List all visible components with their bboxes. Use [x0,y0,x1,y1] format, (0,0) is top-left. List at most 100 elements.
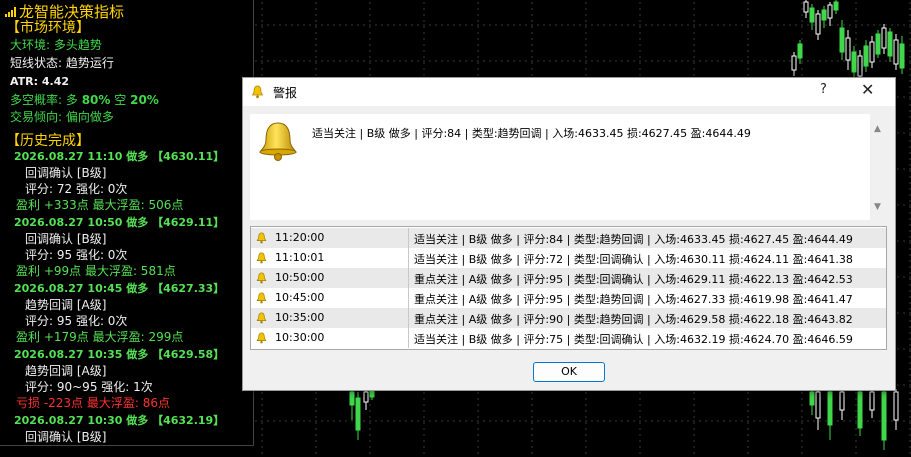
history-entry-score: 评分: 72 强化: 0次 [25,182,128,196]
alert-time: 10:35:00 [275,311,325,324]
candle-body [833,1,839,11]
scroll-up-icon[interactable]: ▲ [874,124,881,134]
candle-body [869,391,875,411]
candle-body [349,391,355,406]
history-entry-score: 评分: 90~95 强化: 1次 [25,380,153,394]
column-divider [408,268,409,288]
candle-body [863,45,869,67]
bell-icon [256,252,267,267]
bell-icon [256,232,267,247]
history-entry-type: 趋势回调 [A级] [25,298,107,312]
history-entry-score: 评分: 95 强化: 0次 [25,248,128,262]
candle-body [815,391,821,419]
candle-body [857,55,863,77]
alert-time: 11:10:01 [275,251,325,264]
candle-body [881,27,887,49]
history-entry-type: 回调确认 [B级] [25,166,107,180]
history-entry-header: 2026.08.27 10:50 做多 【4629.11】 [14,216,225,229]
large-bell-icon [256,120,300,166]
history-entry-header: 2026.08.27 10:30 做多 【4632.19】 [14,414,225,427]
candle-body [369,390,375,398]
candle-body [821,9,827,21]
alert-message-box: 适当关注 | B级 做多 | 评分:84 | 类型:趋势回调 | 入场:4633… [250,114,887,220]
alert-text: 重点关注 | A级 做多 | 评分:90 | 类型:趋势回调 | 入场:4629… [414,313,853,326]
market-env: 大环境: 多头趋势 [10,38,102,52]
history-entry-result: 亏损 -223点 最大浮盈: 86点 [16,396,170,410]
history-entry-type: 趋势回调 [A级] [25,364,107,378]
column-divider [408,328,409,348]
bell-icon [256,272,267,287]
candle-body [827,391,833,426]
alert-row[interactable]: 10:35:00 重点关注 | A级 做多 | 评分:90 | 类型:趋势回调 |… [251,308,886,328]
history-entry-header: 2026.08.27 10:45 做多 【4627.33】 [14,282,225,295]
candle-body [791,55,797,71]
probability-line: 多空概率: 多 80% 空 20% [10,93,159,107]
candle-body [809,7,815,23]
alert-time: 10:30:00 [275,331,325,344]
candle-body [803,1,809,13]
ok-button[interactable]: OK [533,362,605,382]
candle-body [857,391,863,429]
candle-body [797,43,803,59]
bell-icon [256,292,267,307]
dialog-titlebar[interactable]: 警报 ? ✕ [243,78,895,106]
alert-text: 适当关注 | B级 做多 | 评分:75 | 类型:回调确认 | 入场:4632… [414,333,853,346]
history-entry-score: 评分: 95 强化: 0次 [25,314,128,328]
candle-body [899,43,905,69]
close-button[interactable]: ✕ [861,80,874,99]
alert-time: 10:50:00 [275,271,325,284]
dialog-title: 警报 [273,86,298,100]
candle-body [839,391,845,411]
candle-body [839,27,845,53]
bell-icon [251,84,264,103]
trade-tendency: 交易倾向: 偏向做多 [10,110,114,124]
candle-body [869,41,875,63]
alert-message: 适当关注 | B级 做多 | 评分:84 | 类型:趋势回调 | 入场:4633… [312,127,751,140]
alert-dialog: 警报 ? ✕ 适当关注 | B级 做多 | 评分:84 | 类型:趋势回调 | … [242,77,896,391]
column-divider [408,248,409,268]
help-button[interactable]: ? [820,82,827,97]
history-entry-result: 盈利 +179点 最大浮盈: 299点 [16,330,184,344]
candle-body [363,391,369,403]
history-entry-type: 回调确认 [B级] [25,430,107,444]
alert-time: 10:45:00 [275,291,325,304]
history-entry-type: 回调确认 [B级] [25,232,107,246]
alert-row[interactable]: 10:45:00 重点关注 | A级 做多 | 评分:95 | 类型:趋势回调 |… [251,288,886,308]
alert-text: 重点关注 | A级 做多 | 评分:95 | 类型:回调确认 | 入场:4629… [414,273,853,286]
alert-row[interactable]: 10:50:00 重点关注 | A级 做多 | 评分:95 | 类型:回调确认 |… [251,268,886,288]
candle-body [809,391,815,406]
history-entry-result: 盈利 +99点 最大浮盈: 581点 [16,264,176,278]
bell-icon [256,312,267,327]
market-section-header: 【市场环境】 [6,20,90,36]
column-divider [408,288,409,308]
history-entry-header: 2026.08.27 11:10 做多 【4630.11】 [14,150,225,163]
alert-row[interactable]: 10:30:00 适当关注 | B级 做多 | 评分:75 | 类型:回调确认 |… [251,328,886,348]
candle-body [893,39,899,65]
alert-row[interactable]: 11:20:00 适当关注 | B级 做多 | 评分:84 | 类型:趋势回调 |… [251,228,886,248]
candle-body [827,4,833,19]
candle-body [355,397,361,431]
alert-history-table[interactable]: 11:20:00 适当关注 | B级 做多 | 评分:84 | 类型:趋势回调 |… [250,226,887,350]
history-entry-result: 盈利 +333点 最大浮盈: 506点 [16,198,184,212]
indicator-panel: 龙智能决策指标 【市场环境】 大环境: 多头趋势 短线状态: 趋势运行 ATR:… [0,0,254,446]
candle-body [881,391,887,441]
short-line-status: 短线状态: 趋势运行 [10,56,114,70]
history-entry-header: 2026.08.27 10:35 做多 【4629.58】 [14,348,225,361]
history-section-header: 【历史完成】 [6,133,90,149]
alert-text: 重点关注 | A级 做多 | 评分:95 | 类型:趋势回调 | 入场:4627… [414,293,853,306]
alert-row[interactable]: 11:10:01 适当关注 | B级 做多 | 评分:72 | 类型:回调确认 |… [251,248,886,268]
alert-time: 11:20:00 [275,231,325,244]
candle-body [815,13,821,35]
alert-text: 适当关注 | B级 做多 | 评分:72 | 类型:回调确认 | 入场:4630… [414,253,853,266]
candle-body [845,37,851,61]
signal-bars-icon [5,7,17,17]
column-divider [408,308,409,328]
candle-body [851,51,857,73]
atr-value: ATR: 4.42 [10,75,70,88]
alert-text: 适当关注 | B级 做多 | 评分:84 | 类型:趋势回调 | 入场:4633… [414,233,853,246]
message-scrollbar[interactable]: ▲ ▼ [870,114,887,220]
scroll-down-icon[interactable]: ▼ [874,202,881,212]
column-divider [408,228,409,248]
candle-body [893,391,899,421]
candle-body [887,31,893,57]
